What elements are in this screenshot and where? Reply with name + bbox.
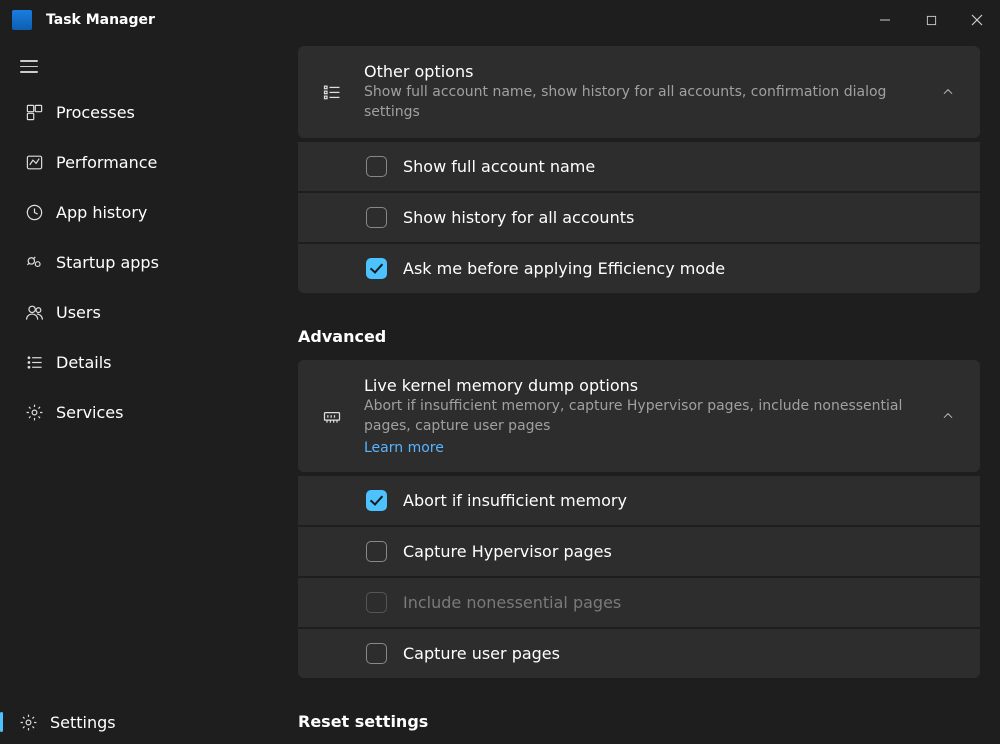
option-label: Abort if insufficient memory: [403, 491, 627, 510]
window-controls: [862, 0, 1000, 40]
reset-settings-heading: Reset settings: [298, 712, 980, 731]
option-capture-hypervisor-pages[interactable]: Capture Hypervisor pages: [298, 525, 980, 576]
chevron-up-icon: [936, 85, 960, 99]
sidebar-item-app-history[interactable]: App history: [6, 193, 272, 233]
list-icon: [318, 82, 346, 102]
card-subtitle: Abort if insufficient memory, capture Hy…: [364, 397, 936, 436]
sidebar-item-services[interactable]: Services: [6, 393, 272, 433]
checkbox[interactable]: [366, 156, 387, 177]
other-options-header[interactable]: Other options Show full account name, sh…: [298, 46, 980, 138]
card-subtitle: Show full account name, show history for…: [364, 83, 936, 122]
main-content: Other options Show full account name, sh…: [280, 40, 1000, 744]
checkbox[interactable]: [366, 490, 387, 511]
gear-icon: [14, 713, 42, 732]
option-label: Show history for all accounts: [403, 208, 634, 227]
nav-list: Processes Performance App history Startu…: [0, 93, 280, 433]
memory-icon: [318, 406, 346, 426]
sidebar-item-label: App history: [56, 203, 147, 222]
sidebar-item-settings[interactable]: Settings: [0, 700, 280, 744]
sidebar-item-label: Startup apps: [56, 253, 159, 272]
option-label: Include nonessential pages: [403, 593, 621, 612]
sidebar-item-startup-apps[interactable]: Startup apps: [6, 243, 272, 283]
sidebar-item-label: Performance: [56, 153, 157, 172]
chevron-up-icon: [936, 409, 960, 423]
checkbox[interactable]: [366, 258, 387, 279]
titlebar: Task Manager: [0, 0, 1000, 40]
advanced-heading: Advanced: [298, 327, 980, 346]
details-icon: [20, 353, 48, 372]
learn-more-link[interactable]: Learn more: [364, 440, 444, 456]
checkbox[interactable]: [366, 207, 387, 228]
sidebar-item-label: Settings: [50, 713, 116, 732]
option-show-history-all-accounts[interactable]: Show history for all accounts: [298, 191, 980, 242]
app-title: Task Manager: [46, 12, 155, 28]
processes-icon: [20, 103, 48, 122]
performance-icon: [20, 153, 48, 172]
option-label: Show full account name: [403, 157, 595, 176]
sidebar-item-processes[interactable]: Processes: [6, 93, 272, 133]
checkbox: [366, 592, 387, 613]
other-options-group: Other options Show full account name, sh…: [298, 46, 980, 293]
sidebar-item-performance[interactable]: Performance: [6, 143, 272, 183]
option-include-nonessential-pages: Include nonessential pages: [298, 576, 980, 627]
option-efficiency-mode-confirm[interactable]: Ask me before applying Efficiency mode: [298, 242, 980, 293]
option-show-full-account-name[interactable]: Show full account name: [298, 140, 980, 191]
option-label: Ask me before applying Efficiency mode: [403, 259, 725, 278]
option-label: Capture user pages: [403, 644, 560, 663]
sidebar-item-label: Services: [56, 403, 123, 422]
sidebar: Processes Performance App history Startu…: [0, 40, 280, 744]
minimize-button[interactable]: [862, 0, 908, 40]
sidebar-item-label: Users: [56, 303, 101, 322]
close-button[interactable]: [954, 0, 1000, 40]
users-icon: [20, 303, 48, 322]
sidebar-item-users[interactable]: Users: [6, 293, 272, 333]
checkbox[interactable]: [366, 643, 387, 664]
card-title: Other options: [364, 62, 936, 81]
option-label: Capture Hypervisor pages: [403, 542, 612, 561]
sidebar-item-details[interactable]: Details: [6, 343, 272, 383]
history-icon: [20, 203, 48, 222]
hamburger-button[interactable]: [0, 60, 280, 93]
option-capture-user-pages[interactable]: Capture user pages: [298, 627, 980, 678]
maximize-button[interactable]: [908, 0, 954, 40]
card-title: Live kernel memory dump options: [364, 376, 936, 395]
services-icon: [20, 403, 48, 422]
option-abort-insufficient-memory[interactable]: Abort if insufficient memory: [298, 474, 980, 525]
kernel-dump-header[interactable]: Live kernel memory dump options Abort if…: [298, 360, 980, 472]
startup-icon: [20, 253, 48, 272]
kernel-dump-group: Live kernel memory dump options Abort if…: [298, 360, 980, 678]
sidebar-item-label: Processes: [56, 103, 135, 122]
checkbox[interactable]: [366, 541, 387, 562]
app-icon: [12, 10, 32, 30]
sidebar-item-label: Details: [56, 353, 111, 372]
